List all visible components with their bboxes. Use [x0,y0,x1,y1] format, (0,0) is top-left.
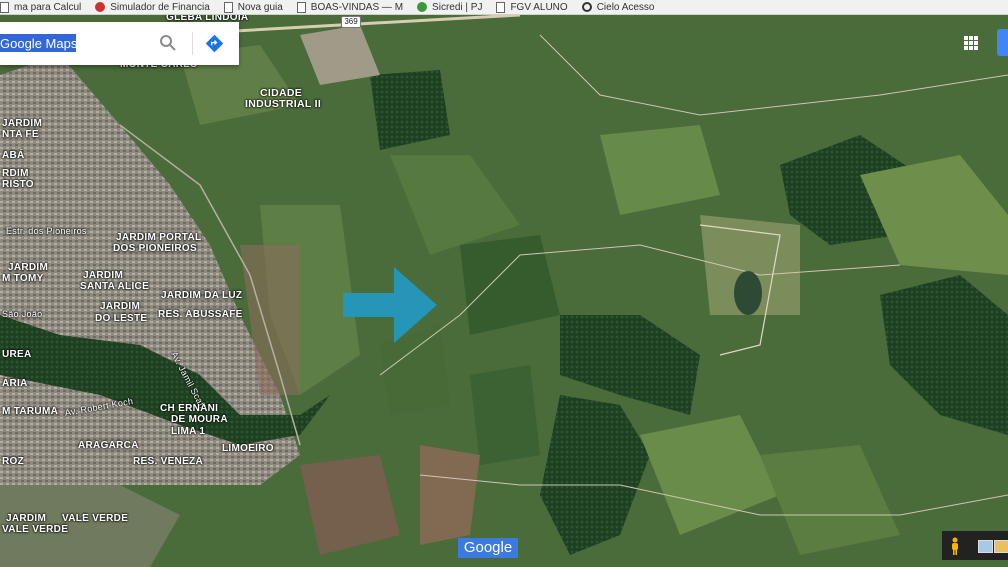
map-label: M TOMY [2,273,44,284]
map-label: JARDIM DA LUZ [161,290,243,301]
map-label: RISTO [2,179,34,190]
map-label: JARDIM [8,262,49,273]
bookmark-fgv-aluno[interactable]: FGV ALUNO [496,0,568,14]
map-label: VALE VERDE [2,524,69,535]
pegman-icon[interactable] [950,537,960,555]
map-label: NTA FE [2,129,39,140]
search-input[interactable] [0,34,76,52]
map-label: JARDIM [83,270,124,281]
bookmark-sicredi[interactable]: Sicredi | PJ [417,0,482,14]
map-layer-thumbnail[interactable] [978,540,993,553]
bank-icon [95,2,106,12]
search-box [0,22,239,65]
highway-shield: 369 [341,16,361,28]
satellite-map[interactable] [0,15,1008,567]
map-label: DOS PIONEIROS [113,243,197,254]
road-label: São João [2,309,43,319]
map-label: JARDIM [6,513,47,524]
map-label: LIMA 1 [171,426,206,437]
page-icon [223,1,233,13]
map-label: JARDIM PORTAL [116,232,202,243]
apps-grid-icon[interactable] [964,36,978,50]
map-label: ÁRIA [2,378,28,389]
map-label: ROZ [2,456,25,467]
imagery-layer-thumbnail[interactable] [994,540,1008,553]
divider [192,32,193,55]
bookmark-simulador[interactable]: Simulador de Financia [95,0,210,14]
bookmark-cielo[interactable]: Cielo Acesso [581,0,655,14]
google-logo: Google [458,538,518,558]
directions-icon[interactable] [205,34,224,53]
map-label: RES. VENEZA [133,456,203,467]
page-icon [0,1,9,13]
map-label: JARDIM [100,301,141,312]
map-label: RES. ABUSSAFE [158,309,243,320]
bookmarks-bar: ma para Calcul Simulador de Financia Nov… [0,0,1008,15]
bookmark-boas-vindas[interactable]: BOAS-VINDAS — M [296,0,403,14]
map-label: M TARUMA [2,406,59,417]
search-icon[interactable] [159,34,177,52]
map-label: JARDIM [2,118,43,129]
map-label: SANTA ALICE [80,281,150,292]
map-label: CH ERNANI [160,403,219,414]
road-label: Estr. dos Pioneiros [6,226,87,236]
street-view-control[interactable] [942,531,1008,560]
map-label: LIMOEIRO [222,443,274,454]
map-label: INDUSTRIAL II [245,98,322,110]
map-label: RDIM [2,168,29,179]
map-label: VALE VERDE [62,513,129,524]
cielo-icon [581,2,592,12]
page-icon [296,1,306,13]
map-label: UREA [2,349,32,360]
map-label: DO LESTE [95,313,148,324]
map-label: ABÁ [2,150,25,161]
sign-in-button[interactable] [997,29,1008,56]
page-icon [496,1,506,13]
satellite-imagery [0,15,1008,567]
bookmark-nova-guia[interactable]: Nova guia [223,0,283,14]
sicredi-icon [417,2,428,12]
map-label: ARAGARCA [78,440,139,451]
bookmark-calculator[interactable]: ma para Calcul [0,0,81,14]
map-label: DE MOURA [171,414,228,425]
